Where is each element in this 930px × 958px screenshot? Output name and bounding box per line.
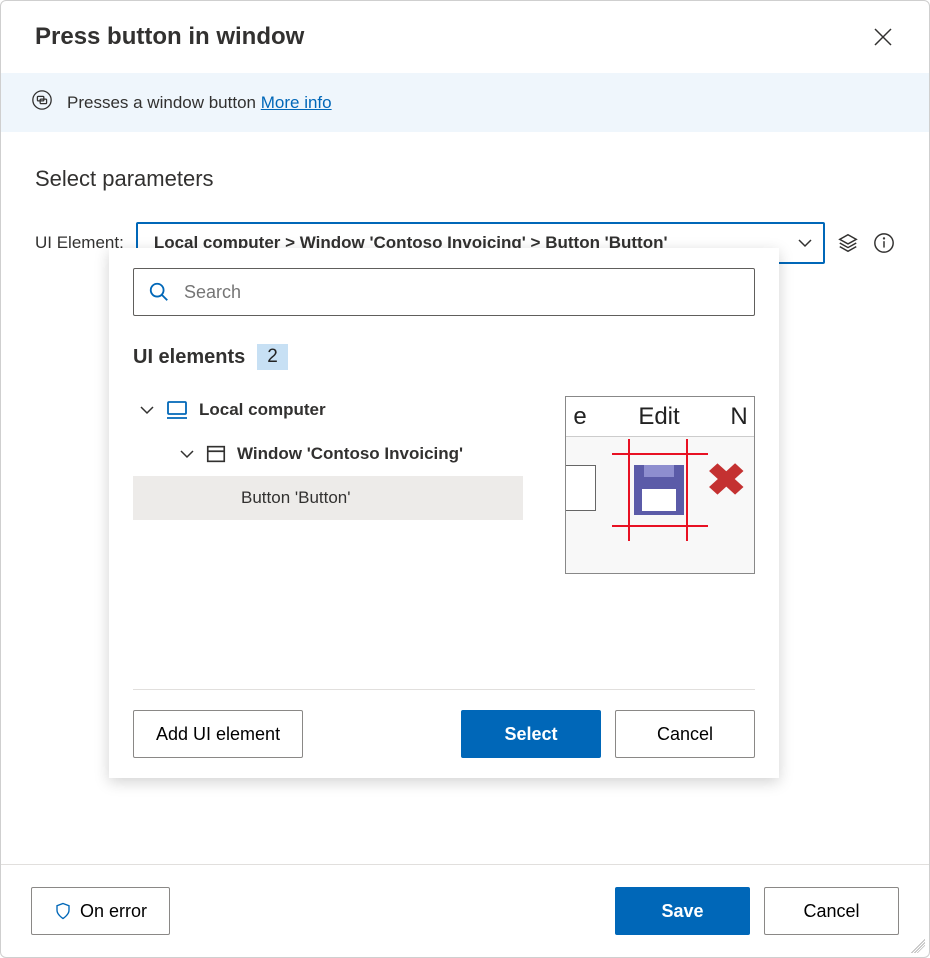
- tree-node-button[interactable]: Button 'Button': [133, 476, 523, 520]
- add-ui-element-button[interactable]: Add UI element: [133, 710, 303, 758]
- section-title: Select parameters: [35, 166, 895, 192]
- chevron-down-icon: [139, 402, 155, 418]
- param-info-button[interactable]: [873, 232, 895, 254]
- search-input[interactable]: [182, 281, 740, 304]
- close-icon: [874, 28, 892, 46]
- preview-delete-icon: ✖: [706, 461, 750, 507]
- window-icon: [205, 443, 227, 465]
- cancel-button[interactable]: Cancel: [764, 887, 899, 935]
- tree-label-window: Window 'Contoso Invoicing': [237, 444, 463, 464]
- highlight-box: [628, 453, 688, 527]
- info-icon: [873, 232, 895, 254]
- on-error-label: On error: [80, 901, 147, 922]
- chevron-down-icon: [797, 235, 813, 251]
- preview-new-file-icon: [566, 465, 596, 511]
- tree-label-root: Local computer: [199, 400, 326, 420]
- dialog-footer: On error Save Cancel: [1, 864, 929, 957]
- on-error-button[interactable]: On error: [31, 887, 170, 935]
- preview-menu-center: Edit: [594, 403, 724, 431]
- element-preview: e Edit N ✖: [565, 396, 755, 574]
- ui-elements-count: 2: [257, 344, 288, 370]
- select-button[interactable]: Select: [461, 710, 601, 758]
- layers-icon: [837, 232, 859, 254]
- search-box[interactable]: [133, 268, 755, 316]
- tree-label-button: Button 'Button': [241, 488, 351, 508]
- preview-menubar: e Edit N: [566, 397, 754, 437]
- computer-icon: [165, 398, 189, 422]
- chevron-down-icon: [179, 446, 195, 462]
- dropdown-footer: Add UI element Select Cancel: [133, 689, 755, 758]
- ui-element-dropdown: UI elements 2 Local computer Window 'Con…: [109, 248, 779, 778]
- more-info-link[interactable]: More info: [261, 93, 332, 112]
- info-banner: Presses a window button More info: [1, 73, 929, 132]
- resize-grip[interactable]: [911, 939, 925, 953]
- save-button[interactable]: Save: [615, 887, 750, 935]
- dialog-header: Press button in window: [1, 1, 929, 73]
- ui-elements-heading: UI elements 2: [133, 344, 755, 370]
- dialog-body: Select parameters UI Element: Local comp…: [1, 132, 929, 864]
- banner-text: Presses a window button: [67, 93, 256, 112]
- shield-icon: [54, 902, 72, 920]
- flow-action-icon: [31, 89, 53, 116]
- dialog-press-button-in-window: Press button in window Presses a window …: [0, 0, 930, 958]
- dialog-title: Press button in window: [35, 23, 304, 51]
- preview-menu-right: N: [724, 403, 754, 431]
- close-button[interactable]: [865, 19, 901, 55]
- preview-menu-left: e: [566, 403, 594, 431]
- ui-element-picker-button[interactable]: [837, 232, 859, 254]
- ui-elements-label: UI elements: [133, 346, 245, 369]
- dropdown-cancel-button[interactable]: Cancel: [615, 710, 755, 758]
- search-icon: [148, 281, 170, 303]
